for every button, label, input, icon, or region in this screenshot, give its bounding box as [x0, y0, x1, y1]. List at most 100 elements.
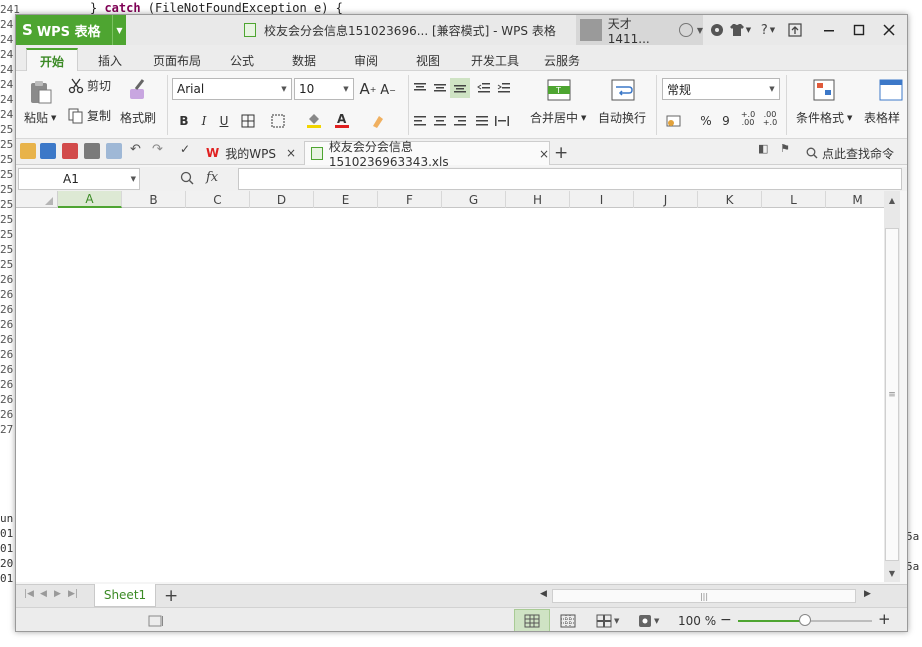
increase-decimal-button[interactable]: +.0 .00 [738, 109, 758, 129]
zoom-in-button[interactable]: + [878, 610, 891, 628]
zoom-slider[interactable] [738, 614, 872, 626]
conditional-format-button[interactable]: 条件格式 ▼ [796, 109, 852, 126]
column-header-j[interactable]: J [634, 191, 698, 208]
sidebar-toggle-icon[interactable]: ◧ [758, 142, 774, 158]
help-icon[interactable]: ? ▼ [756, 15, 780, 45]
column-header-b[interactable]: B [122, 191, 186, 208]
decrease-decimal-button[interactable]: .00 +.0 [760, 109, 780, 129]
zoom-lens-icon[interactable] [180, 171, 194, 188]
clear-format-icon[interactable] [368, 111, 388, 131]
undo-icon[interactable]: ↶ [130, 142, 146, 158]
column-header-a[interactable]: A [58, 191, 122, 208]
tab-view[interactable]: 视图 [408, 49, 448, 71]
justify-icon[interactable] [472, 111, 492, 131]
align-bottom-icon[interactable] [450, 78, 470, 98]
horizontal-scrollbar[interactable]: ◀ ||| ▶ [526, 588, 876, 604]
user-account[interactable]: 天才1411... ▼ [576, 15, 703, 46]
align-left-icon[interactable] [410, 111, 430, 131]
column-header-h[interactable]: H [506, 191, 570, 208]
close-tab-icon[interactable]: × [286, 146, 296, 160]
tab-developer[interactable]: 开发工具 [464, 49, 526, 71]
conditional-format-icon[interactable] [812, 77, 838, 103]
sheet-tab-sheet1[interactable]: Sheet1 [94, 584, 156, 607]
align-middle-icon[interactable] [430, 78, 450, 98]
decrease-font-size-button[interactable]: A − [378, 80, 398, 100]
column-header-l[interactable]: L [762, 191, 826, 208]
tab-document[interactable]: 校友会分会信息1510236963343.xls × [304, 140, 550, 169]
next-sheet-icon[interactable]: ▶ [54, 589, 61, 599]
column-header-e[interactable]: E [314, 191, 378, 208]
vertical-scrollbar[interactable]: ▲ ≡ ▼ [884, 191, 900, 582]
skin-icon[interactable] [708, 15, 726, 45]
cut-button[interactable]: 剪切 [68, 77, 111, 94]
tab-data[interactable]: 数据 [284, 49, 324, 71]
merge-center-button[interactable]: 合并居中 ▼ [530, 109, 586, 126]
redo-icon[interactable]: ↷ [152, 142, 168, 158]
percent-button[interactable]: % [696, 111, 716, 131]
tab-insert[interactable]: 插入 [88, 49, 132, 71]
maximize-button[interactable] [844, 15, 874, 45]
align-center-icon[interactable] [430, 111, 450, 131]
paste-button[interactable]: 粘贴 ▼ [24, 109, 56, 126]
new-tab-button[interactable]: + [554, 141, 574, 165]
open-icon[interactable] [20, 143, 36, 159]
close-tab-icon[interactable]: × [539, 147, 549, 161]
reading-mode-icon[interactable]: ▼ [596, 612, 619, 630]
column-header-d[interactable]: D [250, 191, 314, 208]
print-icon[interactable] [84, 143, 100, 159]
add-sheet-button[interactable]: + [164, 586, 178, 606]
column-header-k[interactable]: K [698, 191, 762, 208]
first-sheet-icon[interactable]: |◀ [24, 589, 34, 599]
bold-button[interactable]: B [174, 111, 194, 131]
command-search[interactable]: 点此查找命令 [806, 141, 906, 165]
paste-icon[interactable] [28, 79, 54, 105]
column-header-i[interactable]: I [570, 191, 634, 208]
align-right-icon[interactable] [450, 111, 470, 131]
scroll-down-icon[interactable]: ▼ [884, 566, 900, 580]
page-break-view-icon[interactable] [560, 612, 576, 630]
table-style-icon[interactable] [878, 77, 904, 103]
select-all-corner[interactable] [16, 191, 58, 208]
zoom-out-button[interactable]: − [720, 611, 732, 629]
tab-my-wps[interactable]: W 我的WPS × [202, 141, 302, 165]
currency-icon[interactable] [664, 111, 684, 131]
eye-protection-icon[interactable]: ▼ [638, 612, 659, 630]
worksheet-grid[interactable] [16, 208, 884, 582]
font-size-select[interactable]: 10 ▼ [294, 78, 354, 100]
last-sheet-icon[interactable]: ▶| [68, 589, 78, 599]
scroll-right-icon[interactable]: ▶ [864, 589, 871, 599]
column-header-c[interactable]: C [186, 191, 250, 208]
increase-font-size-button[interactable]: A + [358, 79, 378, 99]
decrease-indent-icon[interactable] [474, 78, 494, 98]
underline-button[interactable]: U [214, 111, 234, 131]
save-icon[interactable] [40, 143, 56, 159]
wrap-text-button[interactable]: 自动换行 [598, 109, 646, 126]
format-painter-button[interactable]: 格式刷 [120, 109, 156, 126]
number-format-select[interactable]: 常规 ▼ [662, 78, 780, 100]
wrap-text-icon[interactable] [610, 77, 636, 103]
app-menu-dropdown-icon[interactable]: ▼ [112, 15, 126, 45]
tab-review[interactable]: 审阅 [346, 49, 386, 71]
column-header-g[interactable]: G [442, 191, 506, 208]
user-dropdown-icon[interactable]: ▼ [697, 26, 703, 35]
borders-icon[interactable] [238, 111, 258, 131]
copy-button[interactable]: 复制 [68, 107, 111, 124]
print-preview-icon[interactable] [106, 143, 122, 159]
close-button[interactable] [874, 15, 904, 45]
minimize-button[interactable] [814, 15, 844, 45]
export-pdf-icon[interactable] [62, 143, 78, 159]
font-color-icon[interactable]: A [332, 110, 352, 130]
scroll-up-icon[interactable]: ▲ [884, 193, 900, 207]
table-style-button[interactable]: 表格样 [864, 109, 900, 126]
format-painter-icon[interactable] [124, 77, 150, 103]
comma-button[interactable]: 9 [716, 111, 736, 131]
normal-view-button[interactable] [514, 609, 550, 631]
app-menu-button[interactable]: S WPS 表格 ▼ [16, 15, 126, 45]
italic-button[interactable]: I [194, 111, 214, 131]
tab-page-layout[interactable]: 页面布局 [144, 49, 210, 71]
column-header-m[interactable]: M [826, 191, 890, 208]
prev-sheet-icon[interactable]: ◀ [40, 589, 47, 599]
flag-icon[interactable]: ⚑ [780, 142, 796, 158]
zoom-slider-handle[interactable] [799, 614, 811, 626]
insert-function-button[interactable]: fx [206, 170, 218, 185]
